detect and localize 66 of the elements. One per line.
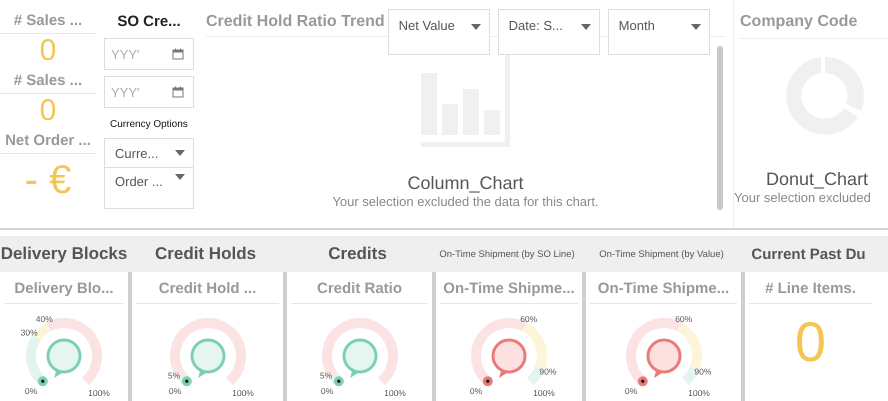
- gauge-pointer: [181, 376, 192, 386]
- gauge-label: 0%: [320, 386, 333, 396]
- gauge-label: 0%: [470, 386, 482, 396]
- gauge-pointer: [333, 376, 344, 386]
- chart-title: Company Code: [740, 0, 888, 39]
- date-field[interactable]: YYY': [104, 38, 194, 70]
- card-title: Credit Hold ...: [136, 280, 279, 304]
- group-title: Delivery Blocks: [0, 244, 128, 264]
- dropdown[interactable]: Month: [608, 9, 710, 55]
- group-title: Current Past Du: [751, 246, 866, 262]
- caret-icon: [580, 24, 591, 30]
- filter-title: SO Cre...: [116, 13, 182, 30]
- card-title: On-Time Shipme...: [440, 280, 578, 304]
- chart-placeholder-message: Your selection excluded: [734, 190, 871, 205]
- gauge-label: 90%: [539, 366, 556, 377]
- dropdown[interactable]: Curre...: [105, 139, 193, 168]
- gauge-pointer: [38, 376, 48, 386]
- chart-placeholder-title: Donut_Chart: [766, 169, 868, 190]
- currency-label: Currency Options: [109, 118, 189, 132]
- gauge-label: 0%: [168, 386, 181, 396]
- gauge-label: 0%: [624, 386, 637, 396]
- kpi-value: 0: [794, 312, 826, 372]
- dropdown[interactable]: Net Value: [388, 9, 490, 55]
- caret-icon: [690, 24, 701, 30]
- group-title: On-Time Shipment (by Value): [599, 248, 724, 260]
- chart-placeholder-message: Your selection excluded the data for this chart.: [332, 194, 599, 209]
- caret-icon: [175, 174, 185, 180]
- gauge-label: 60%: [520, 314, 538, 324]
- gauge-label: 30%: [20, 328, 38, 338]
- group-title: On-Time Shipment (by SO Line): [439, 248, 575, 260]
- kpi-title: # Sales ...: [0, 72, 96, 94]
- gauge-label: 90%: [694, 366, 711, 377]
- gauge-label: 5%: [167, 370, 180, 381]
- calendar-icon: [172, 48, 184, 60]
- gauge-pointer: [482, 376, 493, 386]
- chart-placeholder-title: Column_Chart: [407, 173, 524, 194]
- card-title: Delivery Blo...: [4, 280, 124, 304]
- card-title: Credit Ratio: [291, 280, 428, 304]
- caret-icon: [470, 24, 481, 30]
- gauge-label: 100%: [232, 388, 254, 396]
- gauge-label: 100%: [533, 388, 555, 396]
- gauge-label: 100%: [88, 388, 110, 396]
- gauge-label: 0%: [24, 386, 38, 396]
- calendar-icon: [172, 86, 184, 98]
- kpi-value: - €: [24, 158, 72, 202]
- card-title: # Line Items.: [749, 280, 872, 304]
- scrollbar[interactable]: [717, 46, 723, 210]
- gauge-pointer: [637, 376, 648, 386]
- gauge-label: 60%: [674, 314, 692, 324]
- group-title: Credits: [328, 244, 387, 264]
- kpi-value: 0: [38, 34, 58, 68]
- gauge-label: 40%: [36, 314, 53, 324]
- dropdown[interactable]: Order ...: [105, 168, 193, 208]
- card-title: On-Time Shipme...: [590, 280, 737, 304]
- caret-icon: [175, 150, 185, 156]
- gauge-label: 100%: [384, 388, 406, 396]
- chart-title: Credit Hold Ratio Trend: [206, 12, 385, 31]
- kpi-title: # Sales ...: [0, 12, 96, 34]
- kpi-title: Net Order ...: [0, 132, 96, 154]
- date-field[interactable]: YYY': [104, 76, 194, 108]
- dropdown[interactable]: Date: S...: [498, 9, 600, 55]
- kpi-value: 0: [38, 94, 58, 128]
- gauge-label: 100%: [688, 388, 710, 396]
- group-title: Credit Holds: [154, 244, 256, 264]
- gauge-label: 5%: [319, 370, 332, 381]
- column-chart-icon: [420, 53, 510, 149]
